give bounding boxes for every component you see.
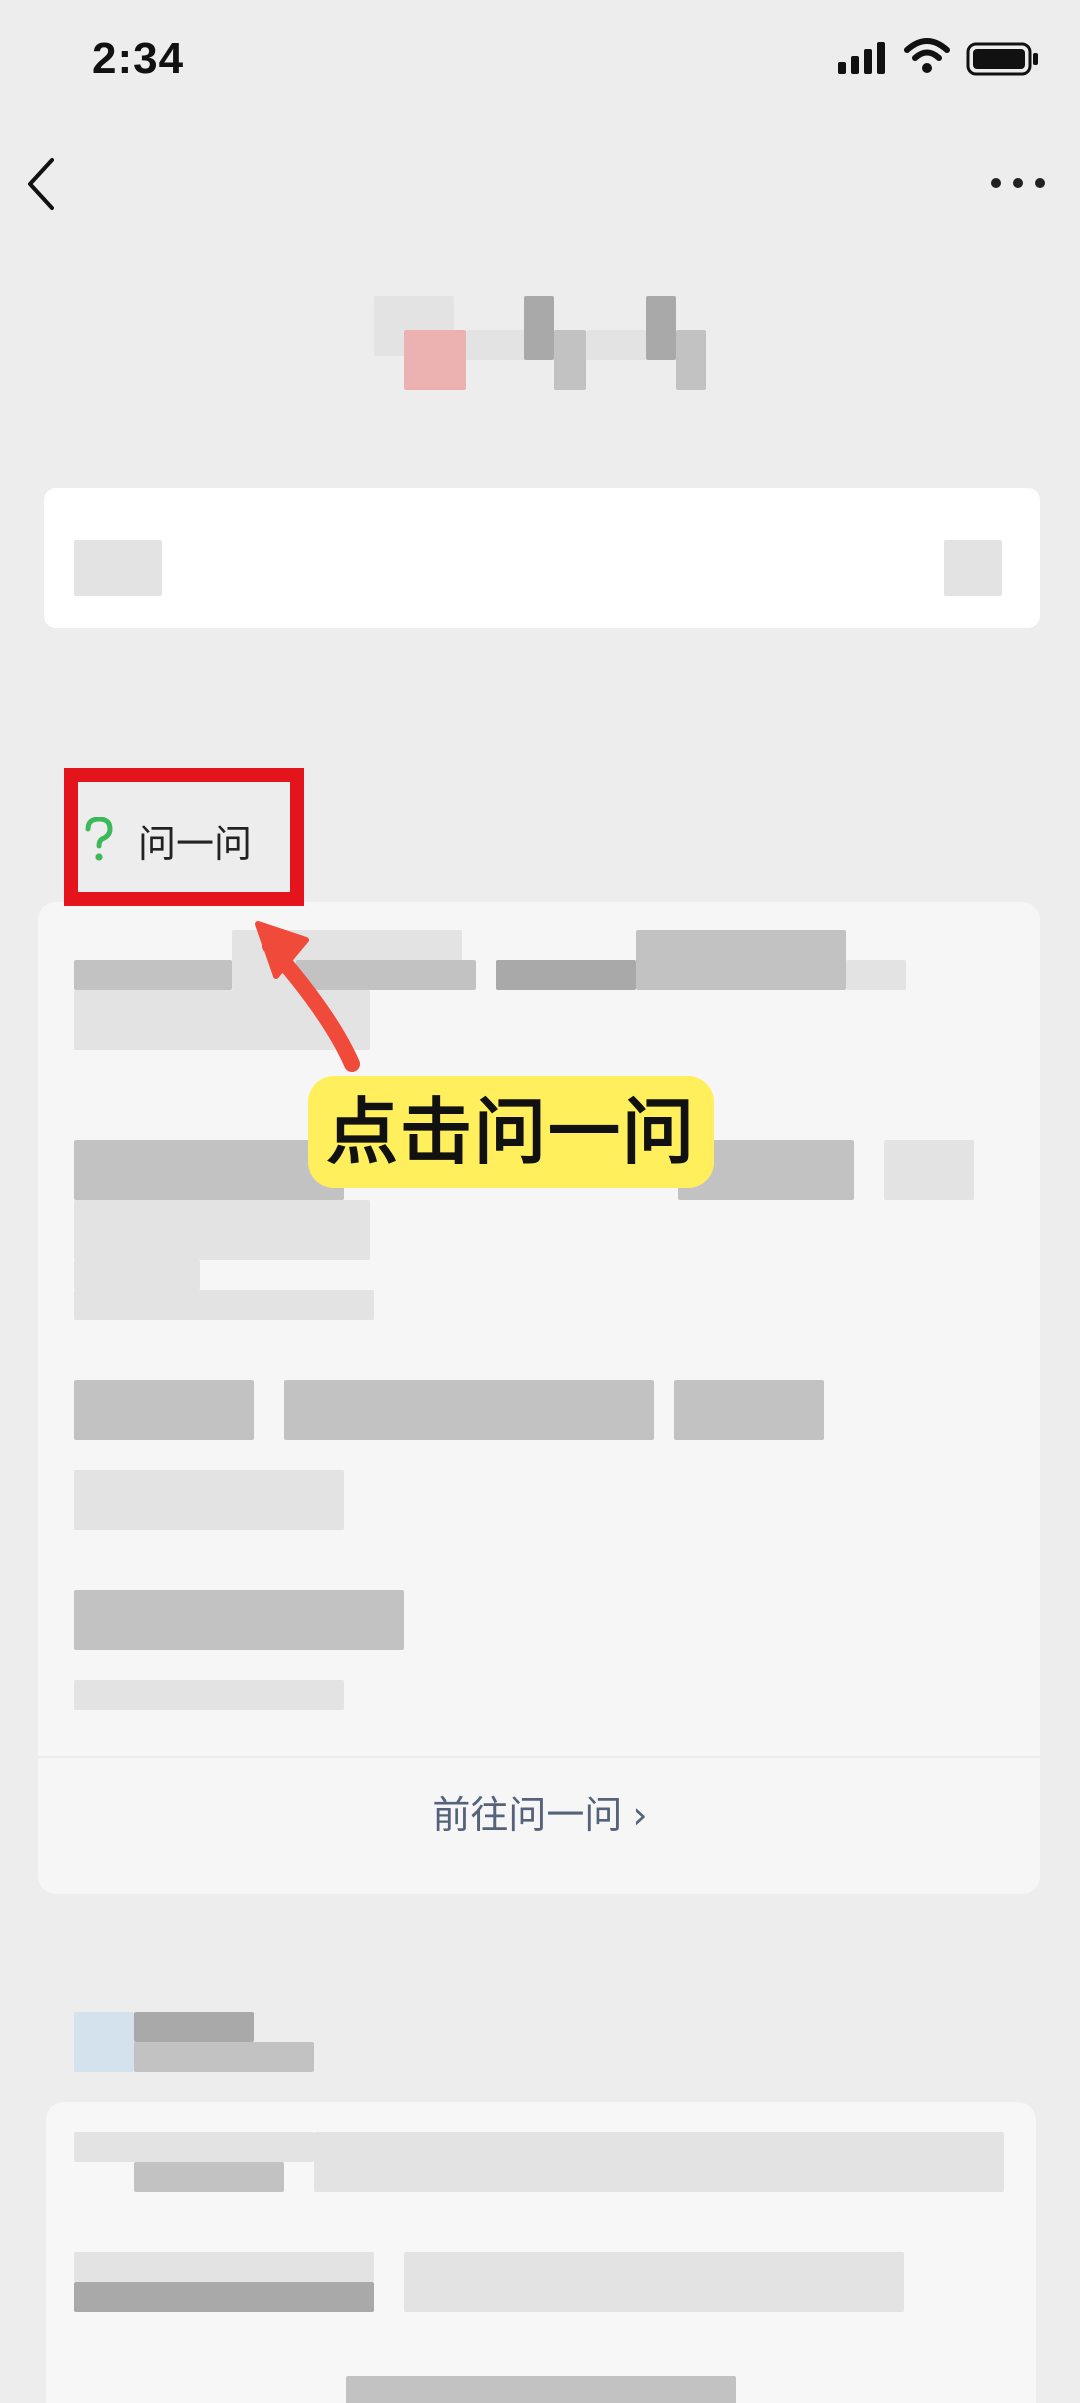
chevron-right-icon: › <box>632 1793 648 1837</box>
ask-card <box>38 902 1040 1894</box>
back-chevron-icon[interactable] <box>22 154 62 214</box>
search-bar[interactable] <box>44 488 1040 628</box>
card-divider <box>38 1756 1040 1758</box>
annotation-arrow <box>255 921 360 1072</box>
goto-ask-label: 前往问一问 <box>432 1793 623 1837</box>
second-card <box>46 2102 1036 2403</box>
wifi-icon <box>904 38 950 73</box>
ask-title: 问一问 <box>138 821 253 866</box>
status-time: 2:34 <box>92 34 185 83</box>
annotation-label: 点击问一问 <box>308 1076 715 1188</box>
nav-bar <box>0 130 1080 230</box>
battery-icon <box>966 42 1038 76</box>
status-bar: 2:34 <box>0 0 1080 120</box>
ask-header[interactable]: 问一问 <box>82 808 252 872</box>
question-icon <box>85 817 113 861</box>
signal-icon <box>838 42 885 74</box>
more-dots-icon[interactable] <box>990 168 1046 198</box>
goto-ask-link[interactable]: 前往问一问 › <box>0 1784 1080 1864</box>
